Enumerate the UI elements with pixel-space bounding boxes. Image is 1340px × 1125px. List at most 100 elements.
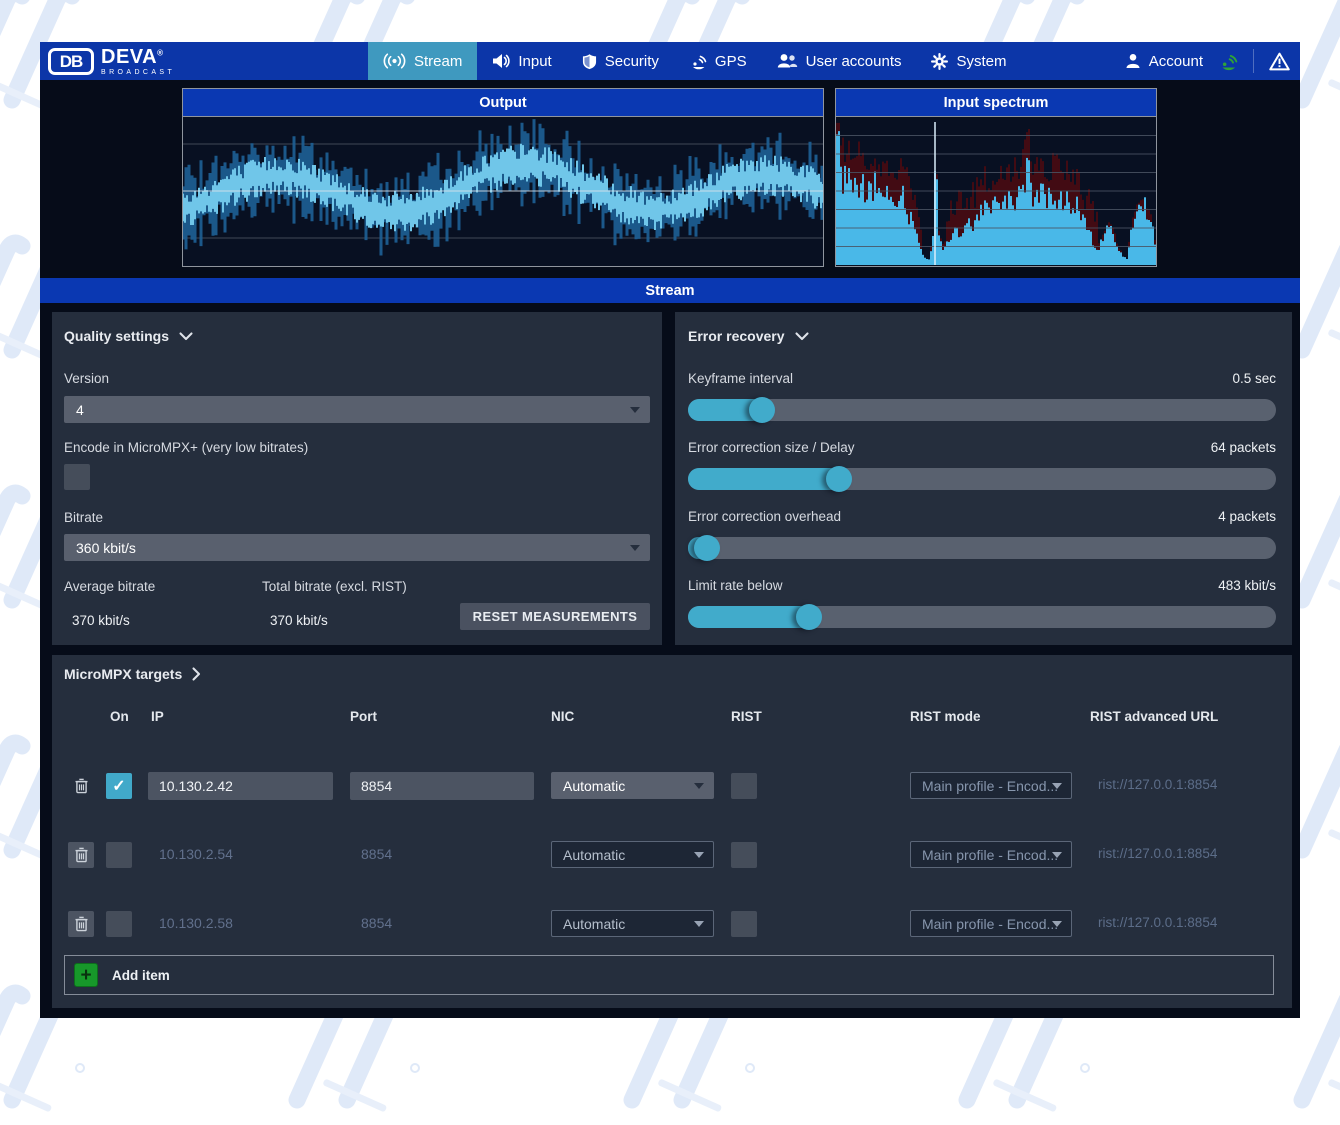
slider-group-0: Keyframe interval0.5 sec — [688, 371, 1276, 423]
rist-mode-select[interactable]: Main profile - Encod... — [910, 910, 1072, 937]
on-checkbox[interactable]: ✓ — [106, 773, 132, 799]
rist-mode-select[interactable]: Main profile - Encod... — [910, 772, 1072, 799]
version-label: Version — [64, 371, 109, 386]
error-recovery-panel: Error recovery Keyframe interval0.5 sec E… — [675, 312, 1292, 645]
nic-select[interactable]: Automatic — [551, 772, 714, 799]
average-bitrate-value: 370 kbit/s — [72, 613, 130, 628]
nav-tab-input[interactable]: Input — [477, 42, 566, 80]
slider-group-2: Error correction overhead 4 packets — [688, 509, 1276, 561]
nav-divider — [1253, 49, 1254, 73]
reset-measurements-button[interactable]: RESET MEASUREMENTS — [460, 603, 650, 630]
nic-value: Automatic — [563, 847, 625, 863]
nav-tab-user-accounts[interactable]: User accounts — [762, 42, 917, 80]
encode-label: Encode in MicroMPX+ (very low bitrates) — [64, 440, 308, 455]
slider-track[interactable] — [688, 606, 1276, 628]
slider-handle[interactable] — [749, 397, 775, 423]
rist-advanced-url: rist://127.0.0.1:8854 — [1098, 915, 1217, 930]
rist-checkbox[interactable] — [731, 773, 757, 799]
slider-fill — [688, 606, 811, 628]
port-value: 8854 — [361, 846, 392, 862]
chevron-right-icon — [192, 667, 201, 681]
rist-mode-value: Main profile - Encod... — [922, 847, 1058, 863]
nic-select[interactable]: Automatic — [551, 841, 714, 868]
version-select[interactable]: 4 — [64, 396, 650, 423]
satellite-icon — [689, 53, 707, 70]
nav-tab-label: GPS — [715, 53, 747, 70]
slider-handle[interactable] — [694, 535, 720, 561]
account-label: Account — [1149, 53, 1203, 70]
delete-row-button[interactable] — [68, 911, 94, 937]
nav-tab-label: System — [956, 53, 1006, 70]
version-select-value: 4 — [76, 402, 84, 418]
nav-tab-stream[interactable]: Stream — [368, 42, 477, 80]
on-checkbox[interactable] — [106, 842, 132, 868]
bitrate-select[interactable]: 360 kbit/s — [64, 534, 650, 561]
output-waveform — [183, 117, 823, 265]
slider-value: 4 packets — [1218, 509, 1276, 524]
delete-row-button[interactable] — [68, 842, 94, 868]
rist-advanced-url: rist://127.0.0.1:8854 — [1098, 777, 1217, 792]
column-header-nic: NIC — [551, 709, 574, 724]
rist-checkbox[interactable] — [731, 911, 757, 937]
nav-tabs: Stream Input Security GPS User accounts Syste… — [368, 42, 1022, 80]
slider-label: Error correction overhead — [688, 509, 841, 524]
warning-triangle-icon[interactable] — [1269, 52, 1290, 71]
slider-value: 0.5 sec — [1232, 371, 1276, 386]
rist-checkbox[interactable] — [731, 842, 757, 868]
nav-tab-system[interactable]: System — [916, 42, 1021, 80]
add-item-button[interactable]: + Add item — [64, 955, 1274, 995]
target-row-3: 10.130.2.58 8854 Automatic Main profile - E… — [52, 910, 1292, 938]
brand-subtitle: BROADCAST — [101, 69, 175, 76]
slider-track[interactable] — [688, 537, 1276, 559]
output-display-title: Output — [183, 89, 823, 117]
target-row-1: ✓ 10.130.2.42 8854 Automatic Main profile - … — [52, 772, 1292, 800]
bitrate-select-value: 360 kbit/s — [76, 540, 136, 556]
port-input[interactable]: 8854 — [350, 772, 534, 800]
gear-icon — [931, 53, 948, 70]
registered-mark: ® — [157, 48, 163, 57]
rist-mode-select[interactable]: Main profile - Encod... — [910, 841, 1072, 868]
slider-group-3: Limit rate below483 kbit/s — [688, 578, 1276, 630]
slider-handle[interactable] — [826, 466, 852, 492]
column-header-rist-mode: RIST mode — [910, 709, 981, 724]
slider-track[interactable] — [688, 399, 1276, 421]
on-checkbox[interactable] — [106, 911, 132, 937]
satellite-green-icon[interactable] — [1218, 52, 1238, 71]
column-header-on: On — [110, 709, 129, 724]
nav-tab-gps[interactable]: GPS — [674, 42, 762, 80]
average-bitrate-label: Average bitrate — [64, 579, 155, 594]
slider-track[interactable] — [688, 468, 1276, 490]
input-spectrum-display: Input spectrum — [835, 88, 1157, 267]
micrompx-targets-title[interactable]: MicroMPX targets — [64, 666, 201, 682]
stream-section-header: Stream — [40, 278, 1300, 303]
micrompx-targets-title-label: MicroMPX targets — [64, 666, 182, 682]
brand-name: DEVA® — [101, 47, 175, 67]
quality-settings-title[interactable]: Quality settings — [64, 328, 193, 344]
slider-handle[interactable] — [796, 604, 822, 630]
account-button[interactable]: Account — [1125, 53, 1203, 70]
bitrate-label: Bitrate — [64, 510, 103, 525]
rist-advanced-url: rist://127.0.0.1:8854 — [1098, 846, 1217, 861]
nic-select[interactable]: Automatic — [551, 910, 714, 937]
target-row-2: 10.130.2.54 8854 Automatic Main profile - E… — [52, 841, 1292, 869]
brand-text: DEVA® BROADCAST — [101, 47, 175, 76]
delete-row-button[interactable] — [68, 773, 94, 799]
add-item-label: Add item — [112, 968, 170, 983]
encode-checkbox[interactable] — [64, 464, 90, 490]
input-spectrum-title: Input spectrum — [836, 89, 1156, 117]
slider-label: Error correction size / Delay — [688, 440, 855, 455]
broadcast-icon — [383, 53, 406, 69]
port-value: 8854 — [361, 915, 392, 931]
slider-group-1: Error correction size / Delay64 packets — [688, 440, 1276, 492]
nav-tab-security[interactable]: Security — [567, 42, 674, 80]
ip-value: 10.130.2.58 — [159, 915, 233, 931]
nav-tab-label: Stream — [414, 53, 462, 70]
nav-tab-label: Input — [518, 53, 551, 70]
nic-value: Automatic — [563, 916, 625, 932]
error-recovery-title[interactable]: Error recovery — [688, 328, 809, 344]
column-header-port: Port — [350, 709, 377, 724]
column-header-ip: IP — [151, 709, 164, 724]
input-spectrum-graph — [836, 117, 1156, 265]
ip-input[interactable]: 10.130.2.42 — [148, 772, 333, 800]
ip-value: 10.130.2.54 — [159, 846, 233, 862]
